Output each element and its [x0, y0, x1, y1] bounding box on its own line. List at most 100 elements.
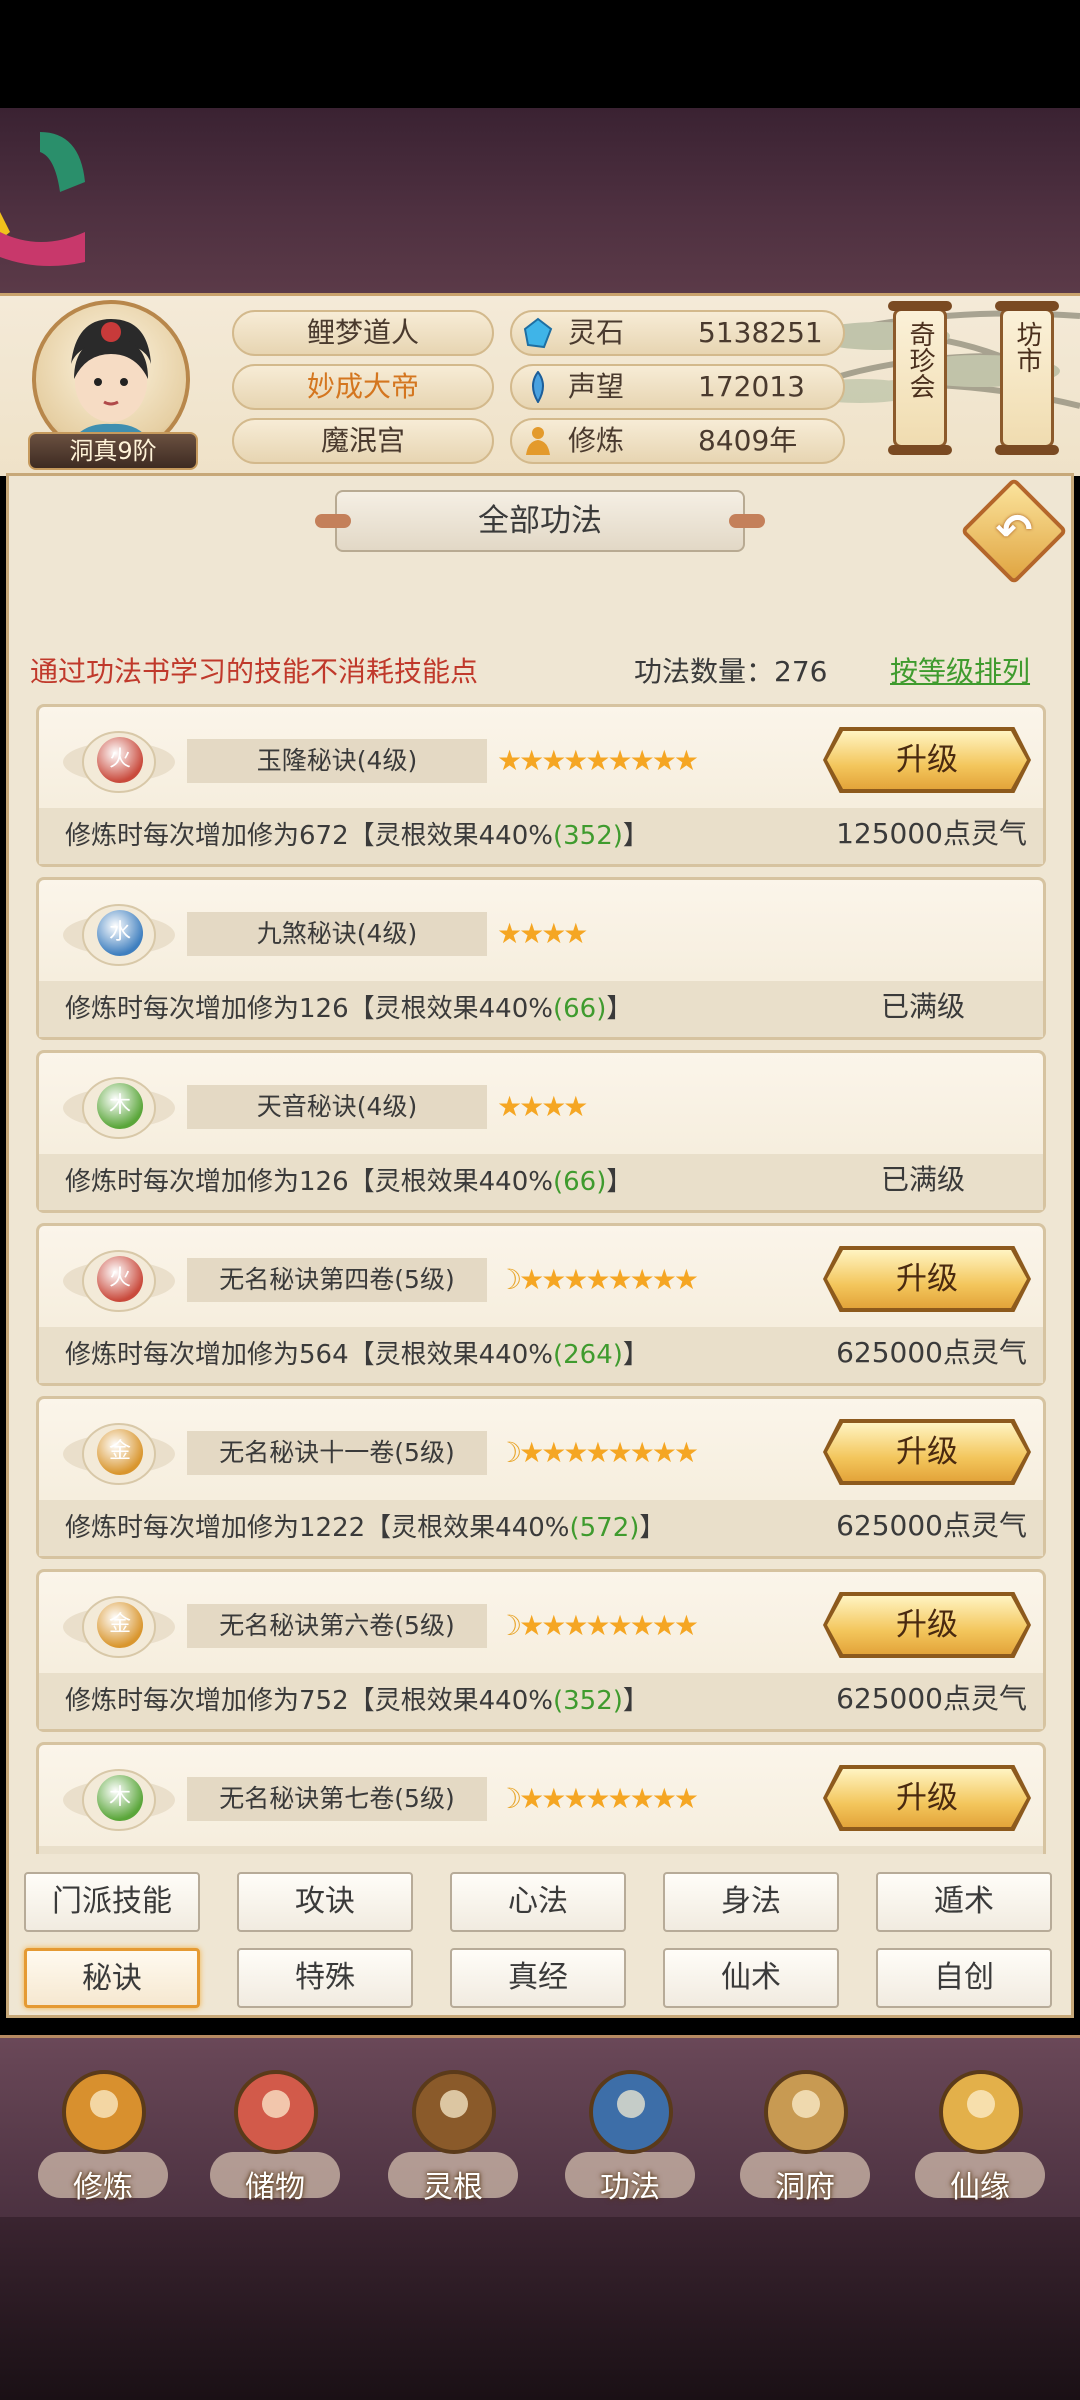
back-arrow-icon: ↶ — [995, 505, 1033, 556]
desc-bonus: (572) — [569, 1513, 640, 1543]
desc-text: 修炼时每次增加修为752【灵根效果440% — [65, 1686, 553, 1716]
cultivation-icon — [526, 427, 550, 455]
upgrade-cost: 625000点灵气 — [836, 1509, 1027, 1542]
treasure-auction-label: 奇珍会 — [905, 321, 935, 399]
desc-end: 】 — [622, 1686, 649, 1716]
nav-label: 洞府 — [775, 2170, 835, 2205]
desc-text: 修炼时每次增加修为1222【灵根效果440% — [65, 1513, 570, 1543]
tab-row2-0[interactable]: 秘诀 — [24, 1948, 200, 2008]
reputation-icon — [532, 371, 544, 403]
skill-card[interactable]: 火玉隆秘诀(4级) ★★★★★★★★★ 升级 修炼时每次增加修为672【灵根效果440… — [36, 704, 1046, 867]
star-rating: ☽★★★★★★★★ — [497, 1608, 699, 1644]
skill-card[interactable]: 火无名秘诀第四卷(5级) ☽★★★★★★★★ 升级修炼时每次增加修为564【灵根效果… — [36, 1223, 1046, 1386]
market-label: 坊市 — [1012, 321, 1042, 373]
realm-rank: 洞真9阶 — [28, 432, 198, 470]
skill-description: 修炼时每次增加修为126【灵根效果440%(66)】 — [65, 1161, 632, 1198]
element-badge: 水 — [97, 910, 143, 956]
skill-card[interactable]: 金无名秘诀十一卷(5级) ☽★★★★★★★★ 升级 修炼时每次增加修为1222【灵根效… — [36, 1396, 1046, 1559]
nav-spirit-root[interactable]: 灵根 — [378, 2040, 528, 2215]
skill-count: 功法数量：276 — [634, 655, 828, 688]
skill-book-icon — [589, 2070, 673, 2154]
skill-card[interactable]: 木天音秘诀(4级) ★★★★ 修炼时每次增加修为126【灵根效果440%(66)】 已… — [36, 1050, 1046, 1213]
desc-bonus: (352) — [552, 1686, 623, 1716]
sort-by-level-link[interactable]: 按等级排列 — [890, 650, 1030, 690]
star-icons: ★★★★★★★★ — [519, 1609, 699, 1642]
nav-storage-bag[interactable]: 储物 — [200, 2040, 350, 2215]
nav-meditating-monk[interactable]: 修炼 — [28, 2040, 178, 2215]
moon-icon: ☽ — [497, 1609, 522, 1642]
nav-gourd[interactable]: 仙缘 — [905, 2040, 1055, 2215]
star-rating: ☽★★★★★★★★ — [497, 1262, 699, 1298]
desc-bonus: (66) — [552, 994, 607, 1024]
nav-cave-dwelling[interactable]: 洞府 — [730, 2040, 880, 2215]
upgrade-button[interactable]: 升级 — [827, 1769, 1027, 1827]
desc-text: 修炼时每次增加修为126【灵根效果440% — [65, 1167, 553, 1197]
desc-bonus: (352) — [552, 821, 623, 851]
tab-row2-2[interactable]: 真经 — [450, 1948, 626, 2008]
cave-dwelling-icon — [764, 2070, 848, 2154]
element-badge: 火 — [97, 1256, 143, 1302]
nav-label: 灵根 — [423, 2170, 483, 2205]
upgrade-cost: 625000点灵气 — [836, 1682, 1027, 1715]
upgrade-button[interactable]: 升级 — [827, 1596, 1027, 1654]
meditating-monk-icon — [62, 2070, 146, 2154]
desc-end: 】 — [606, 1167, 633, 1197]
skill-name: 无名秘诀第六卷(5级) — [187, 1604, 487, 1648]
tab-row1-3[interactable]: 身法 — [663, 1872, 839, 1932]
desc-end: 】 — [606, 994, 633, 1024]
star-rating: ★★★★★★★★★ — [497, 743, 699, 779]
star-rating: ☽★★★★★★★★ — [497, 1781, 699, 1817]
star-icons: ★★★★★★★★ — [519, 1263, 699, 1296]
desc-end: 】 — [639, 1513, 666, 1543]
skill-card[interactable]: 水九煞秘诀(4级) ★★★★ 修炼时每次增加修为126【灵根效果440%(66)】 已… — [36, 877, 1046, 1040]
tab-row1-4[interactable]: 遁术 — [876, 1872, 1052, 1932]
skill-list[interactable]: 火玉隆秘诀(4级) ★★★★★★★★★ 升级 修炼时每次增加修为672【灵根效果440… — [36, 704, 1046, 1854]
desc-bonus: (66) — [552, 1167, 607, 1197]
element-badge: 金 — [97, 1602, 143, 1648]
gourd-icon — [939, 2070, 1023, 2154]
skill-card[interactable]: 金无名秘诀第六卷(5级) ☽★★★★★★★★ 升级修炼时每次增加修为752【灵根效果… — [36, 1569, 1046, 1732]
star-icons: ★★★★★★★★ — [519, 1782, 699, 1815]
nav-label: 修炼 — [73, 2170, 133, 2205]
stat-reputation: 声望 172013 — [510, 364, 845, 410]
skill-description: 修炼时每次增加修为564【灵根效果440%(264)】 — [65, 1334, 649, 1371]
skill-description: 修炼时每次增加修为672【灵根效果440%(352)】 — [65, 815, 649, 852]
skill-name: 九煞秘诀(4级) — [187, 912, 487, 956]
nav-skill-book[interactable]: 功法 — [555, 2040, 705, 2215]
treasure-auction-button[interactable]: 奇珍会 — [888, 301, 952, 455]
market-button[interactable]: 坊市 — [995, 301, 1059, 455]
upgrade-button[interactable]: 升级 — [827, 1423, 1027, 1481]
skill-name: 无名秘诀第四卷(5级) — [187, 1258, 487, 1302]
storage-bag-icon — [234, 2070, 318, 2154]
desc-bonus: (264) — [552, 1340, 623, 1370]
star-icons: ★★★★★★★★★ — [497, 744, 699, 777]
skill-name: 无名秘诀第七卷(5级) — [187, 1777, 487, 1821]
desc-end: 】 — [622, 821, 649, 851]
tab-row2-3[interactable]: 仙术 — [663, 1948, 839, 2008]
tab-row2-1[interactable]: 特殊 — [237, 1948, 413, 2008]
panel-title: 全部功法 — [315, 490, 765, 552]
upgrade-button[interactable]: 升级 — [827, 731, 1027, 789]
tab-row2-4[interactable]: 自创 — [876, 1948, 1052, 2008]
spirit-root-icon — [412, 2070, 496, 2154]
max-level-label: 已满级 — [881, 1163, 966, 1196]
tab-row1-0[interactable]: 门派技能 — [24, 1872, 200, 1932]
desc-text: 修炼时每次增加修为672【灵根效果440% — [65, 821, 553, 851]
stat-value: 5138251 — [698, 316, 823, 349]
player-sect: 魔泯宫 — [232, 418, 494, 464]
stat-cultivation: 修炼 8409年 — [510, 418, 845, 464]
skill-card[interactable]: 木无名秘诀第七卷(5级) ☽★★★★★★★★ 升级 — [36, 1742, 1046, 1854]
player-title: 妙成大帝 — [232, 364, 494, 410]
stat-value: 8409年 — [698, 424, 798, 457]
moon-icon: ☽ — [497, 1263, 522, 1296]
tab-row1-1[interactable]: 攻诀 — [237, 1872, 413, 1932]
moon-icon: ☽ — [497, 1436, 522, 1469]
spirit-stone-icon — [523, 317, 553, 349]
stat-label: 灵石 — [568, 316, 625, 349]
upgrade-button[interactable]: 升级 — [827, 1250, 1027, 1308]
star-rating: ☽★★★★★★★★ — [497, 1435, 699, 1471]
moon-icon: ☽ — [497, 1782, 522, 1815]
desc-end: 】 — [622, 1340, 649, 1370]
tab-row1-2[interactable]: 心法 — [450, 1872, 626, 1932]
player-avatar[interactable]: 洞真9阶 — [28, 300, 198, 470]
